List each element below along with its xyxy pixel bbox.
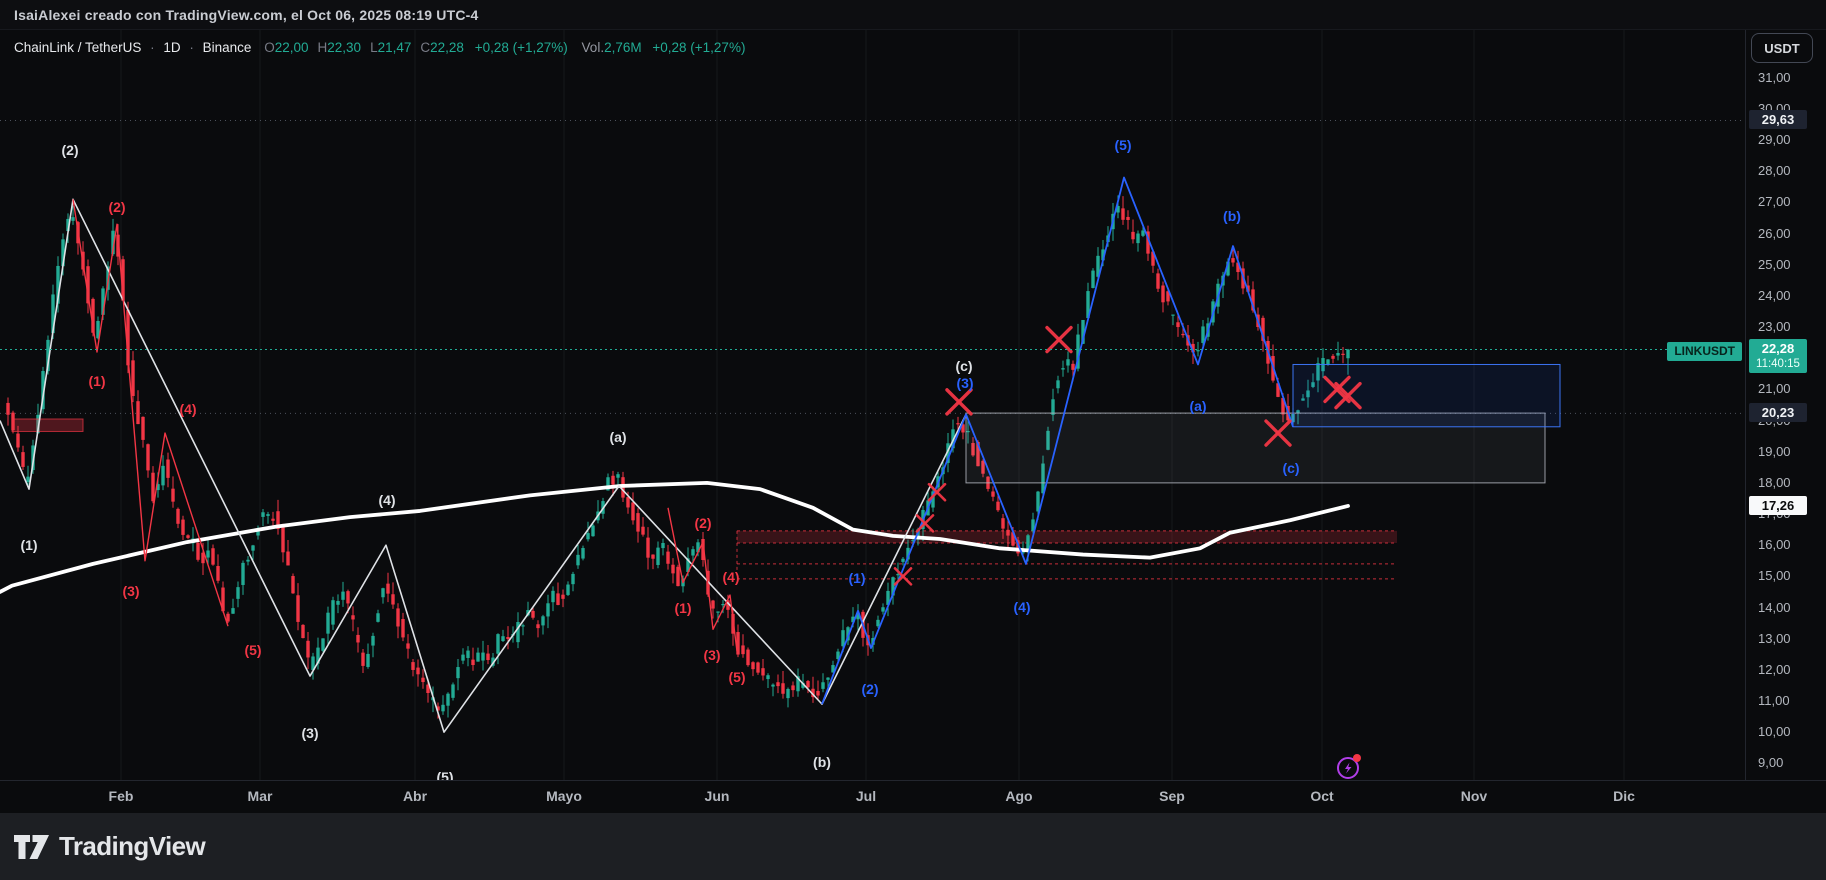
price-tick-label: 11,00 [1758, 693, 1790, 708]
month-label: Abr [392, 788, 438, 804]
wave-label-blue[interactable]: (c) [1282, 460, 1299, 476]
month-label: Feb [98, 788, 144, 804]
last-price-badge: 22,28 11:40:15 [1749, 339, 1807, 374]
wave-label-primary[interactable]: (3) [301, 725, 318, 741]
price-tick-label: 18,00 [1758, 475, 1791, 490]
wave-label-primary[interactable]: (a) [609, 429, 626, 445]
tradingview-chart-screenshot: IsaiAlexei creado con TradingView.com, e… [0, 0, 1826, 880]
time-axis[interactable]: Feb Mar Abr Mayo Jun Jul Ago Sep Oct Nov Dic [0, 780, 1826, 813]
ohlc-field-label: L [370, 40, 378, 55]
ohlc-field-label: C [420, 40, 430, 55]
month-label: Oct [1299, 788, 1345, 804]
attribution-text: IsaiAlexei creado con TradingView.com, e… [14, 7, 479, 23]
ma-value-badge: 17,26 [1749, 496, 1807, 515]
wave-label-red_jun[interactable]: (4) [722, 569, 739, 585]
price-tick-label: 15,00 [1758, 568, 1791, 583]
wave-label-red_feb[interactable]: (4) [179, 401, 196, 417]
volume-change: +0,28 (+1,27%) [652, 40, 745, 55]
wave-label-primary[interactable]: (b) [813, 754, 831, 770]
wave-label-blue[interactable]: (5) [1114, 137, 1131, 153]
wave-label-blue[interactable]: (b) [1223, 208, 1241, 224]
symbol-price-flag: LINKUSDT [1667, 342, 1742, 361]
price-tick-label: 27,00 [1758, 194, 1791, 209]
ohlc-field-value: 21,47 [378, 40, 412, 55]
price-tick-label: 10,00 [1758, 724, 1791, 739]
flash-marker-icon[interactable] [1336, 756, 1360, 780]
price-tick-label: 13,00 [1758, 631, 1791, 646]
interval-label[interactable]: 1D [163, 40, 180, 55]
last-price-value: 22,28 [1754, 341, 1802, 357]
price-tick-label: 24,00 [1758, 288, 1791, 303]
high-price-badge: 29,63 [1749, 110, 1807, 129]
wave-label-primary[interactable]: (5) [436, 769, 453, 780]
bar-countdown: 11:40:15 [1754, 357, 1802, 371]
symbol-legend: ChainLink / TetherUS · 1D · Binance O22,… [14, 40, 745, 55]
wave-label-red_feb[interactable]: (1) [88, 373, 105, 389]
month-label: Ago [996, 788, 1042, 804]
ohlc-field-value: 22,28 [430, 40, 464, 55]
ohlc-field-label: H [318, 40, 328, 55]
price-tick-label: 12,00 [1758, 662, 1791, 677]
month-label: Jun [694, 788, 740, 804]
wave-label-red_jun[interactable]: (1) [674, 600, 691, 616]
attribution-bar: IsaiAlexei creado con TradingView.com, e… [0, 0, 1826, 30]
chart-frame: (1) (2) (3) (4) (5) (a) (b) (c) (1) (2) (3) (4) (5) (… [0, 30, 1826, 813]
low-price-badge: 20,23 [1749, 403, 1807, 422]
change-value: +0,28 (+1,27%) [475, 40, 568, 55]
symbol-title[interactable]: ChainLink / TetherUS [14, 40, 141, 55]
wave-label-red_feb[interactable]: (5) [244, 642, 261, 658]
wave-drawings-layer: (1) (2) (3) (4) (5) (a) (b) (c) (1) (2) (3) (4) (5) (… [0, 30, 1745, 780]
wave-label-primary[interactable]: (c) [955, 358, 972, 374]
month-label: Nov [1451, 788, 1497, 804]
tradingview-logo-icon [13, 831, 50, 863]
wave-label-primary[interactable]: (1) [20, 537, 37, 553]
exchange-label[interactable]: Binance [203, 40, 252, 55]
price-tick-label: 19,00 [1758, 444, 1791, 459]
wave-label-blue[interactable]: (a) [1189, 398, 1206, 414]
footer-bar: TradingView [0, 813, 1826, 880]
ohlc-field-value: 22,30 [327, 40, 361, 55]
legend-separator: · [189, 40, 194, 55]
price-tick-label: 21,00 [1758, 381, 1791, 396]
month-label: Mar [237, 788, 283, 804]
tradingview-logo[interactable]: TradingView [13, 831, 205, 863]
wave-label-blue[interactable]: (4) [1013, 599, 1030, 615]
price-tick-label: 23,00 [1758, 319, 1791, 334]
ohlc-values: O22,00 H22,30 L21,47 C22,28 [255, 40, 464, 55]
price-tick-label: 9,00 [1758, 755, 1783, 770]
wave-label-red_jun[interactable]: (2) [694, 515, 711, 531]
wave-label-red_jun[interactable]: (3) [703, 647, 720, 663]
wave-label-primary[interactable]: (4) [378, 492, 395, 508]
month-label: Dic [1601, 788, 1647, 804]
price-tick-label: 26,00 [1758, 226, 1791, 241]
wave-label-red_feb[interactable]: (3) [122, 583, 139, 599]
price-tick-label: 25,00 [1758, 257, 1791, 272]
legend-separator: · [150, 40, 155, 55]
price-tick-label: 14,00 [1758, 600, 1791, 615]
month-label: Sep [1149, 788, 1195, 804]
month-label: Mayo [541, 788, 587, 804]
tradingview-logo-text: TradingView [59, 831, 205, 862]
ohlc-field-value: 22,00 [275, 40, 309, 55]
wave-label-blue[interactable]: (3) [956, 375, 973, 391]
month-label: Jul [843, 788, 889, 804]
notification-dot [1353, 754, 1361, 762]
wave-label-primary[interactable]: (2) [61, 142, 78, 158]
wave-label-blue[interactable]: (2) [861, 681, 878, 697]
price-tick-label: 28,00 [1758, 163, 1791, 178]
price-tick-label: 31,00 [1758, 70, 1791, 85]
volume-value: 2,76M [604, 40, 642, 55]
price-axis[interactable]: USDT 31,0030,0029,0028,0027,0026,0025,00… [1745, 30, 1826, 780]
wave-label-red_jun[interactable]: (5) [728, 669, 745, 685]
currency-toggle-button[interactable]: USDT [1751, 33, 1813, 63]
price-tick-label: 29,00 [1758, 132, 1791, 147]
wave-label-blue[interactable]: (1) [848, 570, 865, 586]
chart-pane[interactable]: (1) (2) (3) (4) (5) (a) (b) (c) (1) (2) (3) (4) (5) (… [0, 30, 1745, 780]
ohlc-field-label: O [264, 40, 275, 55]
volume-label: Vol. [582, 40, 605, 55]
wave-label-red_feb[interactable]: (2) [108, 199, 125, 215]
price-tick-label: 16,00 [1758, 537, 1791, 552]
